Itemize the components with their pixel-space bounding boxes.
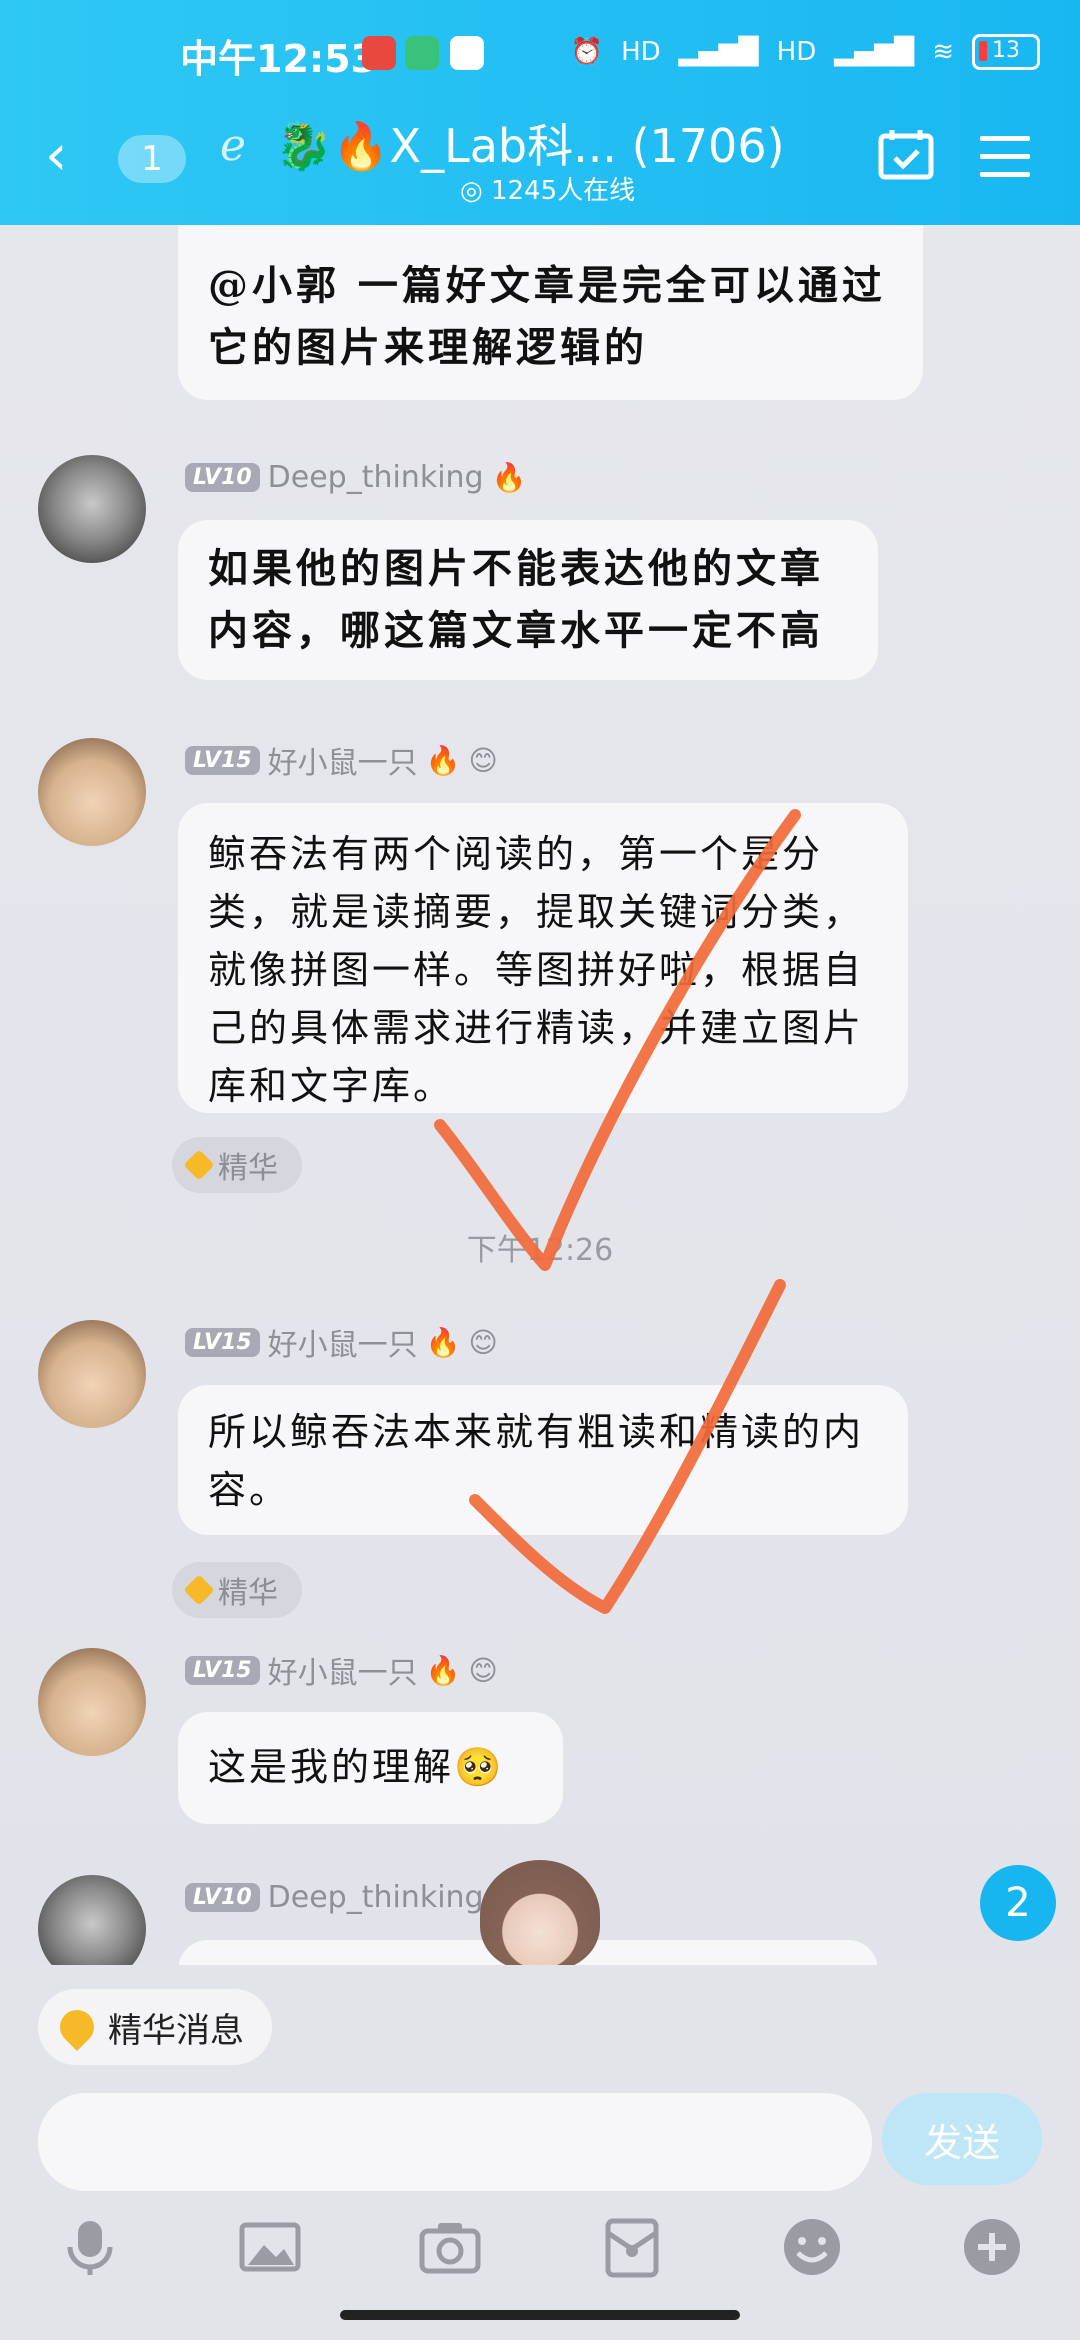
avatar[interactable] xyxy=(38,1648,146,1756)
status-time: 中午12:53 xyxy=(180,37,377,81)
essence-tag: 精华 xyxy=(172,1137,302,1193)
sender-name[interactable]: 好小鼠一只 xyxy=(268,738,418,782)
fire-icon: 🔥 xyxy=(491,460,527,494)
online-count: ◎ 1245人在线 xyxy=(460,176,636,206)
ear-mode-icon[interactable]: ℯ xyxy=(220,120,246,171)
sender-line: LV15 好小鼠一只 🔥 😊 xyxy=(185,1648,498,1692)
level-badge: LV15 xyxy=(185,1655,260,1685)
app-notification-icon xyxy=(450,36,484,70)
avatar[interactable] xyxy=(38,455,146,563)
avatar[interactable] xyxy=(38,1875,146,1965)
new-message-badge[interactable]: 2 xyxy=(980,1865,1056,1941)
essence-tag-label: 精华 xyxy=(218,1576,278,1611)
signal-icon: ▂▄▆█ xyxy=(678,37,759,67)
message-bubble[interactable]: 如果他的图片不能表达他的文章内容，哪这篇文章水平一定不高 xyxy=(178,520,878,680)
essence-messages-label: 精华消息 xyxy=(108,2010,244,2051)
level-badge: LV10 xyxy=(185,1882,260,1912)
battery-icon: 13 xyxy=(972,34,1040,70)
avatar[interactable] xyxy=(38,1320,146,1428)
microphone-icon[interactable] xyxy=(58,2215,122,2279)
timestamp: 下午12:26 xyxy=(466,1233,614,1268)
sender-name[interactable]: Deep_thinking xyxy=(268,1880,484,1915)
sender-line: LV15 好小鼠一只 🔥 😊 xyxy=(185,1320,498,1364)
mascot-sticker[interactable] xyxy=(480,1860,600,1965)
menu-icon[interactable] xyxy=(980,134,1030,180)
sender-line: LV10 Deep_thinking 🔥 xyxy=(185,457,526,497)
sender-name[interactable]: 好小鼠一只 xyxy=(268,1648,418,1692)
message-bubble[interactable]: 所以鲸吞法本来就有粗读和精读的内容。 xyxy=(178,1385,908,1535)
red-packet-icon[interactable] xyxy=(600,2215,664,2279)
smile-flower-icon: 😊 xyxy=(468,1653,498,1687)
signal-icon: ▂▄▆█ xyxy=(834,37,915,67)
nav-row: ‹ 1 ℯ 🐉🔥X_Lab科... (1706) ◎ 1245人在线 xyxy=(0,100,1080,220)
message-bubble[interactable]: @小郭 一篇好文章是完全可以通过它的图片来理解逻辑的 xyxy=(178,225,923,400)
calendar-check-icon[interactable] xyxy=(878,128,934,180)
emoji-icon[interactable] xyxy=(780,2215,844,2279)
send-button[interactable]: 发送 xyxy=(882,2093,1042,2185)
level-badge: LV15 xyxy=(185,745,260,775)
unread-badge[interactable]: 1 xyxy=(118,135,186,183)
fire-icon: 🔥 xyxy=(425,743,461,777)
signal-hd-label-2: HD xyxy=(776,37,817,67)
sender-name[interactable]: Deep_thinking xyxy=(268,460,484,495)
essence-messages-button[interactable]: 精华消息 xyxy=(38,1989,272,2065)
signal-hd-label: HD xyxy=(621,37,661,67)
fire-icon: 🔥 xyxy=(425,1653,461,1687)
image-icon[interactable] xyxy=(238,2215,302,2279)
essence-icon xyxy=(183,1149,215,1181)
status-indicators: ⏰ HD ▂▄▆█ HD ▂▄▆█ ≋ 13 xyxy=(571,34,1040,70)
smile-flower-icon: 😊 xyxy=(468,1325,498,1359)
essence-tag: 精华 xyxy=(172,1562,302,1618)
essence-icon xyxy=(183,1574,215,1606)
sender-line: LV15 好小鼠一只 🔥 😊 xyxy=(185,738,498,782)
sender-name[interactable]: 好小鼠一只 xyxy=(268,1320,418,1364)
sender-line: LV10 Deep_thinking xyxy=(185,1877,484,1917)
camera-icon[interactable] xyxy=(418,2215,482,2279)
chat-header: 中午12:53 ⏰ HD ▂▄▆█ HD ▂▄▆█ ≋ 13 ‹ 1 ℯ 🐉🔥X… xyxy=(0,0,1080,225)
app-notification-icon xyxy=(405,36,439,70)
back-icon[interactable]: ‹ xyxy=(45,128,67,184)
fire-icon: 🔥 xyxy=(425,1325,461,1359)
level-badge: LV10 xyxy=(185,462,260,492)
status-bar: 中午12:53 ⏰ HD ▂▄▆█ HD ▂▄▆█ ≋ 13 xyxy=(0,28,1080,88)
input-area: 精华消息 发送 xyxy=(0,1965,1080,2340)
wifi-icon: ≋ xyxy=(932,37,954,67)
avatar[interactable] xyxy=(38,738,146,846)
battery-level: 13 xyxy=(992,38,1020,63)
essence-tag-label: 精华 xyxy=(218,1151,278,1186)
essence-icon xyxy=(52,2002,102,2052)
group-title[interactable]: 🐉🔥X_Lab科... (1706) xyxy=(275,110,785,176)
message-input[interactable] xyxy=(38,2093,872,2191)
message-bubble[interactable]: 鲸吞法有两个阅读的，第一个是分类，就是读摘要，提取关键词分类，就像拼图一样。等图… xyxy=(178,803,908,1113)
smile-flower-icon: 😊 xyxy=(468,743,498,777)
app-notification-icon xyxy=(362,36,396,70)
message-list[interactable]: @小郭 一篇好文章是完全可以通过它的图片来理解逻辑的 LV10 Deep_thi… xyxy=(0,225,1080,1965)
level-badge: LV15 xyxy=(185,1327,260,1357)
plus-icon[interactable] xyxy=(960,2215,1024,2279)
input-toolbar xyxy=(0,2215,1080,2295)
online-count-text: 1245人在线 xyxy=(490,176,636,206)
home-indicator[interactable] xyxy=(340,2310,740,2320)
message-bubble[interactable]: 这是我的理解🥺 xyxy=(178,1712,563,1824)
alarm-icon: ⏰ xyxy=(570,37,604,67)
